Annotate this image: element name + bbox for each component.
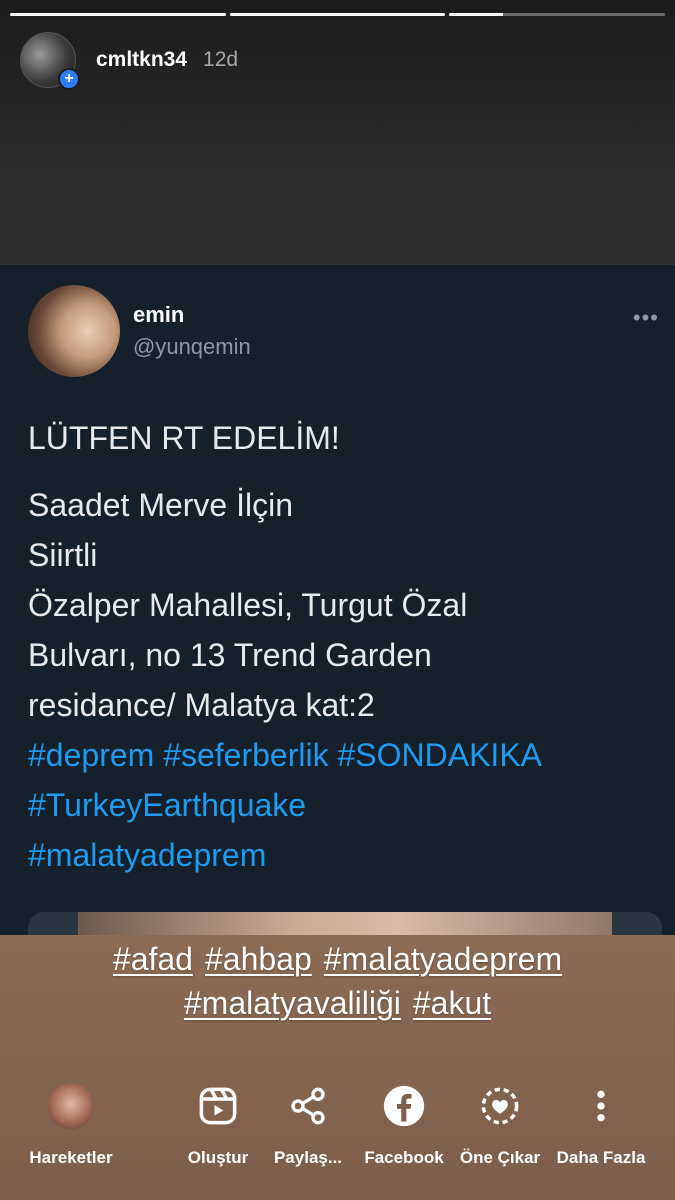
progress-segment-1 — [10, 13, 226, 16]
story-progress-bar — [10, 13, 666, 16]
tweet-line: residance/ Malatya kat:2 — [28, 687, 375, 723]
post-time: 12d — [203, 48, 239, 71]
activity-button[interactable]: Hareketler — [21, 1080, 121, 1168]
hashtag-sticker[interactable]: #afad — [113, 941, 193, 977]
hashtag-sticker[interactable]: #ahbap — [205, 941, 312, 977]
share-button[interactable]: Paylaş... — [258, 1080, 358, 1168]
facebook-icon — [354, 1080, 454, 1132]
action-label: Daha Fazla — [556, 1148, 646, 1167]
tweet-media — [28, 912, 662, 935]
tweet-line: Siirtli — [28, 537, 98, 573]
progress-segment-2 — [229, 13, 446, 16]
more-vertical-icon — [551, 1080, 651, 1132]
action-label: Hareketler — [29, 1148, 113, 1167]
create-button[interactable]: Oluştur — [168, 1080, 268, 1168]
more-button[interactable]: Daha Fazla — [551, 1080, 651, 1168]
facebook-button[interactable]: Facebook — [354, 1080, 454, 1168]
story-header: + cmltkn34 12d — [20, 32, 239, 90]
reels-icon — [168, 1080, 268, 1132]
action-label: Öne Çıkar — [459, 1148, 541, 1167]
tweet-line: Saadet Merve İlçin — [28, 487, 294, 523]
action-label: Facebook — [364, 1148, 444, 1167]
username[interactable]: cmltkn34 — [96, 48, 187, 72]
more-horizontal-icon: ••• — [632, 305, 659, 330]
tweet-body: Saadet Merve İlçin Siirtli Özalper Mahal… — [28, 480, 658, 880]
tweet-headline: LÜTFEN RT EDELİM! — [28, 420, 340, 456]
tweet-hashtags: #malatyadeprem — [28, 837, 267, 873]
activity-avatar — [48, 1083, 94, 1129]
tweet-avatar — [28, 285, 120, 377]
story-action-bar: Hareketler Oluştur Paylaş... Facebook Ön… — [0, 1080, 675, 1180]
hashtag-sticker[interactable]: #malatyadeprem — [324, 941, 562, 977]
tweet-hashtags: #TurkeyEarthquake — [28, 787, 307, 823]
highlight-icon — [450, 1080, 550, 1132]
profile-avatar[interactable]: + — [20, 32, 80, 90]
hashtag-sticker[interactable]: #akut — [413, 985, 491, 1021]
tweet-media-image — [78, 912, 612, 935]
tweet-line: Bulvarı, no 13 Trend Garden — [28, 637, 432, 673]
action-label: Paylaş... — [273, 1148, 343, 1167]
action-label: Oluştur — [187, 1148, 249, 1167]
tweet-author-name: emin — [133, 302, 185, 327]
highlight-button[interactable]: Öne Çıkar — [450, 1080, 550, 1168]
add-story-icon[interactable]: + — [58, 68, 80, 90]
story-caption: #afad #ahbap #malatyadeprem #malatyavalili… — [0, 937, 675, 1025]
share-icon — [258, 1080, 358, 1132]
hashtag-sticker[interactable]: #malatyavaliliği — [184, 985, 401, 1021]
tweet-author-handle: @yunqemin — [133, 334, 251, 359]
tweet-line: Özalper Mahallesi, Turgut Özal — [28, 587, 468, 623]
progress-segment-3 — [449, 13, 666, 16]
tweet-hashtags: #deprem #seferberlik #SONDAKIKA — [28, 737, 542, 773]
